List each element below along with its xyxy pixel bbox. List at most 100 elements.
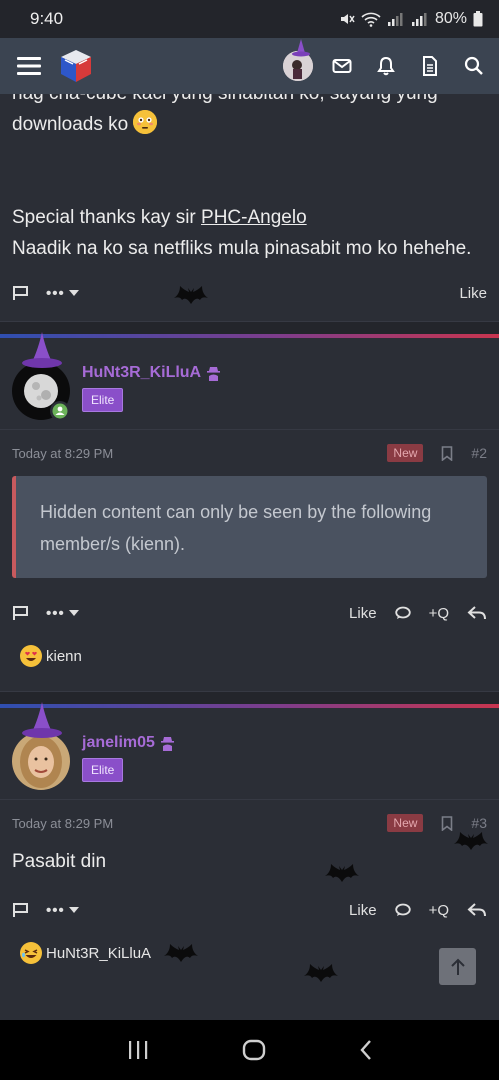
post-3-meta: Today at 8:29 PM New #3: [0, 800, 499, 846]
post-number-link[interactable]: #2: [471, 445, 487, 461]
like-button[interactable]: Like: [459, 285, 487, 302]
recent-apps-icon[interactable]: [127, 1040, 149, 1060]
like-button[interactable]: Like: [349, 902, 377, 919]
post-1-line-2: downloads ko: [12, 109, 487, 140]
post-2: HuNt3R_KiLluA Elite Today at 8:29 PM New…: [0, 332, 499, 704]
post-timestamp[interactable]: Today at 8:29 PM: [12, 446, 113, 461]
post-1-body: nag cha-cube kaci yung sinabitan ko, say…: [0, 94, 499, 264]
reply-arrow-icon[interactable]: [467, 902, 487, 918]
post-1-line-4: Naadik na ko sa netfliks mula pinasabit …: [12, 238, 472, 259]
post-3-user-header: janelim05 Elite: [0, 702, 499, 800]
post-timestamp[interactable]: Today at 8:29 PM: [12, 816, 113, 831]
user-title-badge: Elite: [82, 388, 124, 412]
multi-quote-button[interactable]: +Q: [429, 605, 449, 622]
scroll-to-top-button[interactable]: [439, 948, 476, 985]
post-1-line-3: Special thanks kay sir PHC-Angelo: [12, 207, 307, 228]
battery-icon: [473, 11, 483, 27]
post-2-reactions[interactable]: kienn: [0, 634, 499, 678]
more-options-button[interactable]: •••: [46, 605, 79, 622]
chevron-down-icon: [68, 610, 79, 616]
online-status-icon: [50, 401, 70, 421]
thread-content: nag cha-cube kaci yung sinabitan ko, say…: [0, 94, 499, 1020]
post-1: nag cha-cube kaci yung sinabitan ko, say…: [0, 94, 499, 334]
bat-decoration-icon: [325, 864, 359, 882]
report-flag-icon[interactable]: [12, 605, 30, 621]
like-button[interactable]: Like: [349, 605, 377, 622]
signal-icon-2: [411, 13, 427, 26]
report-flag-icon[interactable]: [12, 902, 30, 918]
chevron-down-icon: [68, 907, 79, 913]
bookmark-icon[interactable]: [441, 815, 453, 831]
avatar: [283, 39, 313, 81]
mail-icon: [332, 59, 352, 73]
arrow-up-icon: [450, 958, 465, 975]
reply-arrow-icon[interactable]: [467, 605, 487, 621]
inbox-button[interactable]: [329, 53, 355, 79]
search-icon: [464, 56, 483, 75]
post-3: janelim05 Elite Today at 8:29 PM New #3 …: [0, 702, 499, 975]
witch-hat-icon: [292, 39, 310, 57]
status-bar: 9:40 80%: [0, 0, 499, 38]
chevron-down-icon: [68, 290, 79, 296]
laughing-emoji-icon: [20, 942, 42, 964]
android-navigation-bar: [0, 1020, 499, 1080]
flushed-emoji-icon: [133, 110, 158, 134]
more-options-button[interactable]: •••: [46, 902, 79, 919]
post-separator: [0, 322, 499, 334]
user-title-badge: Elite: [82, 758, 124, 782]
battery-percent: 80%: [434, 10, 467, 27]
post-2-username[interactable]: HuNt3R_KiLluA: [82, 364, 221, 382]
post-1-line-1: nag cha-cube kaci yung sinabitan ko, say…: [12, 94, 487, 109]
new-badge: New: [387, 814, 424, 832]
post-2-actions: ••• Like +Q: [0, 598, 499, 628]
mute-icon: [340, 14, 355, 24]
post-3-body: Pasabit din: [12, 851, 107, 872]
report-flag-icon[interactable]: [12, 285, 30, 301]
post-separator: [0, 692, 499, 704]
reaction-username[interactable]: kienn: [46, 648, 82, 665]
avatar[interactable]: [12, 332, 70, 421]
post-2-user-header: HuNt3R_KiLluA Elite: [0, 332, 499, 430]
status-icons: 80%: [339, 10, 483, 28]
spy-icon: [207, 366, 221, 381]
search-button[interactable]: [461, 53, 487, 79]
user-mention-link[interactable]: PHC-Angelo: [201, 207, 307, 228]
signal-icon: [387, 13, 403, 26]
status-time: 9:40: [30, 9, 64, 28]
witch-hat-icon: [22, 702, 62, 738]
post-2-meta: Today at 8:29 PM New #2: [0, 430, 499, 476]
heart-eyes-emoji-icon: [20, 645, 42, 667]
site-logo[interactable]: [56, 46, 96, 86]
bell-icon: [377, 56, 395, 76]
multi-quote-button[interactable]: +Q: [429, 902, 449, 919]
reaction-username[interactable]: HuNt3R_KiLluA: [46, 945, 151, 962]
bat-decoration-icon: [174, 286, 208, 304]
new-badge: New: [387, 444, 424, 462]
hidden-content-notice: Hidden content can only be seen by the f…: [12, 476, 487, 578]
bat-decoration-icon: [454, 832, 488, 850]
top-navbar: [0, 38, 499, 94]
bat-decoration-icon: [164, 944, 198, 962]
menu-button[interactable]: [16, 53, 42, 79]
bookmark-icon[interactable]: [441, 445, 453, 461]
post-3-reactions[interactable]: HuNt3R_KiLluA: [0, 931, 499, 975]
wifi-icon: [361, 12, 381, 27]
more-options-button[interactable]: •••: [46, 285, 79, 302]
spy-icon: [160, 736, 174, 751]
post-1-actions: ••• Like: [0, 278, 499, 308]
alerts-button[interactable]: [373, 53, 399, 79]
cube-logo-icon: [61, 50, 91, 82]
witch-hat-icon: [22, 332, 62, 368]
account-avatar-button[interactable]: [283, 39, 313, 81]
document-icon: [423, 56, 437, 76]
reply-comment-icon[interactable]: [394, 903, 411, 917]
avatar[interactable]: [12, 702, 70, 790]
post-3-username[interactable]: janelim05: [82, 734, 175, 752]
reply-comment-icon[interactable]: [394, 606, 411, 620]
hamburger-icon: [17, 57, 41, 75]
bat-decoration-icon: [304, 964, 338, 982]
home-icon[interactable]: [242, 1039, 266, 1061]
post-number-link[interactable]: #3: [471, 815, 487, 831]
whats-new-button[interactable]: [417, 53, 443, 79]
back-icon[interactable]: [359, 1039, 373, 1061]
